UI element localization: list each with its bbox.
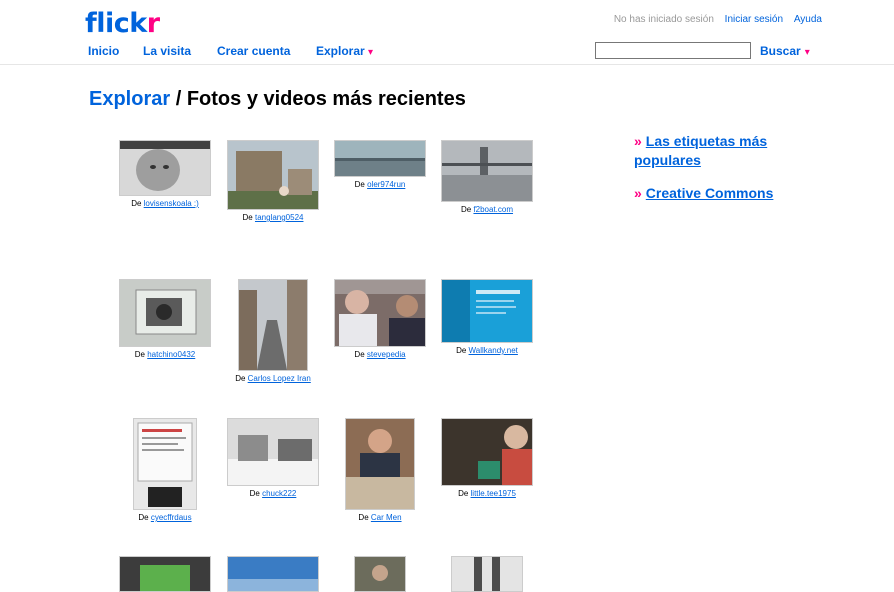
breadcrumb-separator: / <box>170 88 187 110</box>
photo-thumbnail[interactable] <box>334 140 426 177</box>
photo-user-link[interactable]: lovisenskoala :) <box>144 199 199 208</box>
photo-item: De chuck222 <box>226 418 320 498</box>
chevron-down-icon: ▾ <box>368 47 374 58</box>
photo-item: De lovisenskoala :) <box>104 140 226 208</box>
photo-thumbnail[interactable] <box>119 140 211 196</box>
photo-thumbnail[interactable] <box>119 279 211 347</box>
popular-tags-link[interactable]: Las etiquetas más populares <box>634 133 767 168</box>
photo-thumbnail[interactable] <box>441 418 533 486</box>
photo-user-link[interactable]: tanglang0524 <box>255 213 304 222</box>
caption-prefix: De <box>134 350 148 359</box>
caption-prefix: De <box>354 180 368 189</box>
caption-prefix: De <box>242 213 255 222</box>
session-status: No has iniciado sesión Iniciar sesión Ay… <box>614 14 822 25</box>
photo-item: De Car Men <box>333 418 427 522</box>
caption-prefix: De <box>458 489 471 498</box>
caption-prefix: De <box>249 489 263 498</box>
photo-caption: De chuck222 <box>226 489 320 498</box>
photo-thumbnail[interactable] <box>238 279 308 371</box>
photo-item: De tanglang0524 <box>218 140 328 222</box>
photo-caption: De little.tee1975 <box>440 489 534 498</box>
not-logged-in-text: No has iniciado sesión <box>613 14 714 25</box>
photo-caption: De f2boat.com <box>440 205 534 214</box>
nav-explorar-label: Explorar <box>316 44 365 58</box>
photo-caption: De cyecffrdaus <box>116 513 214 522</box>
caption-prefix: De <box>456 346 469 355</box>
search-input[interactable] <box>595 42 751 59</box>
sidebar-item: » Creative Commons <box>634 184 834 203</box>
photo-user-link[interactable]: Wallkandy.net <box>469 346 518 355</box>
search-button-label: Buscar <box>760 44 801 58</box>
sidebar-item: » Las etiquetas más populares <box>634 132 834 170</box>
caption-prefix: De <box>358 513 371 522</box>
header-divider <box>0 64 894 65</box>
photo-thumbnail[interactable] <box>354 556 406 592</box>
photo-thumbnail[interactable] <box>451 556 523 592</box>
flickr-logo[interactable]: flickr <box>85 8 160 39</box>
photo-thumbnail[interactable] <box>227 556 319 592</box>
photo-user-link[interactable]: oler974run <box>367 180 405 189</box>
breadcrumb-explorar-link[interactable]: Explorar <box>89 88 170 110</box>
photo-thumbnail[interactable] <box>119 556 211 592</box>
photo-caption: De oler974run <box>333 180 427 189</box>
photo-caption: De tanglang0524 <box>218 213 328 222</box>
photo-caption: De Carlos Lopez Iran <box>218 374 328 383</box>
chevron-down-icon: ▾ <box>804 47 810 58</box>
photo-item: De little.tee1975 <box>440 418 534 498</box>
bullet-icon: » <box>634 185 642 201</box>
photo-item <box>116 556 214 592</box>
photo-thumbnail[interactable] <box>334 279 426 347</box>
photo-item: De oler974run <box>333 140 427 189</box>
photo-caption: De Car Men <box>333 513 427 522</box>
photo-user-link[interactable]: f2boat.com <box>473 205 513 214</box>
photo-user-link[interactable]: little.tee1975 <box>471 489 516 498</box>
nav-crear-cuenta-link[interactable]: Crear cuenta <box>217 44 290 58</box>
photo-caption: De Wallkandy.net <box>440 346 534 355</box>
photo-item: De Carlos Lopez Iran <box>218 279 328 383</box>
photo-thumbnail[interactable] <box>441 140 533 202</box>
photo-caption: De lovisenskoala :) <box>104 199 226 208</box>
page-title: Explorar / Fotos y videos más recientes <box>89 88 466 111</box>
photo-caption: De hatchino0432 <box>116 350 214 359</box>
photo-caption: De stevepedia <box>333 350 427 359</box>
photo-thumbnail[interactable] <box>345 418 415 510</box>
caption-prefix: De <box>354 350 367 359</box>
photo-thumbnail[interactable] <box>227 418 319 486</box>
photo-user-link[interactable]: cyecffrdaus <box>151 513 192 522</box>
photo-user-link[interactable]: Car Men <box>371 513 402 522</box>
photo-item <box>226 556 320 592</box>
photo-thumbnail[interactable] <box>133 418 197 510</box>
search-button[interactable]: Buscar ▾ <box>760 44 810 58</box>
photo-thumbnail[interactable] <box>227 140 319 210</box>
photo-item: De hatchino0432 <box>116 279 214 359</box>
help-link[interactable]: Ayuda <box>794 14 822 25</box>
photo-user-link[interactable]: hatchino0432 <box>147 350 195 359</box>
photo-item: De stevepedia <box>333 279 427 359</box>
caption-prefix: De <box>460 205 474 214</box>
nav-explorar-link[interactable]: Explorar ▾ <box>316 44 373 58</box>
photo-item: De Wallkandy.net <box>440 279 534 355</box>
photo-item <box>450 556 524 592</box>
photo-user-link[interactable]: Carlos Lopez Iran <box>248 374 311 383</box>
nav-inicio-link[interactable]: Inicio <box>88 44 119 58</box>
nav-la-visita-link[interactable]: La visita <box>143 44 191 58</box>
caption-prefix: De <box>235 374 248 383</box>
photo-item: De f2boat.com <box>440 140 534 214</box>
sidebar-links: » Las etiquetas más populares » Creative C… <box>634 132 834 217</box>
login-link[interactable]: Iniciar sesión <box>725 14 783 25</box>
creative-commons-link[interactable]: Creative Commons <box>646 185 774 201</box>
photo-item <box>348 556 412 592</box>
caption-prefix: De <box>131 199 144 208</box>
photo-user-link[interactable]: stevepedia <box>367 350 406 359</box>
photo-item: De cyecffrdaus <box>116 418 214 522</box>
caption-prefix: De <box>138 513 151 522</box>
photo-thumbnail[interactable] <box>441 279 533 343</box>
photo-user-link[interactable]: chuck222 <box>262 489 296 498</box>
bullet-icon: » <box>634 133 642 149</box>
page-title-text: Fotos y videos más recientes <box>186 88 466 110</box>
